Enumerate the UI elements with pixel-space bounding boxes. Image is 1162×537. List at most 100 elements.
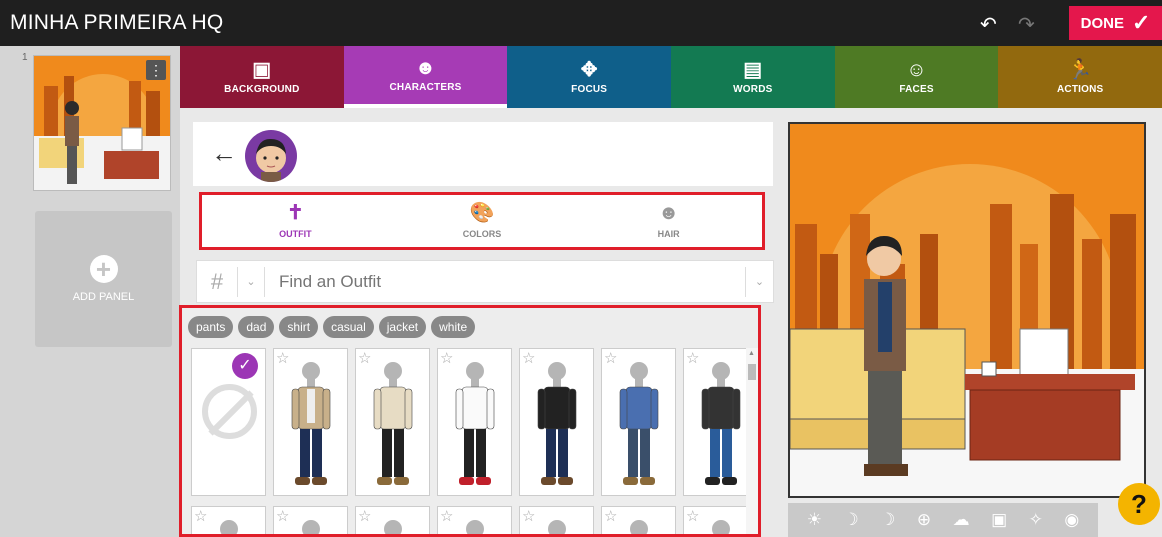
- tag-chip[interactable]: pants: [188, 316, 234, 338]
- scrollbar[interactable]: ▲: [746, 348, 758, 534]
- outfit-tile[interactable]: ☆: [355, 348, 430, 496]
- star-icon[interactable]: ☆: [194, 507, 207, 525]
- panel-preview[interactable]: [788, 122, 1146, 498]
- panel-number: 1: [22, 52, 28, 63]
- star-icon[interactable]: ☆: [522, 507, 535, 525]
- outfit-tiles: ✓ ☆ ☆ ☆ ☆ ☆ ☆ ☆ ☆ ☆ ☆ ☆ ☆ ☆: [191, 348, 758, 534]
- cloud-icon[interactable]: ☁: [953, 510, 970, 530]
- star-icon[interactable]: ☆: [604, 507, 617, 525]
- star-icon[interactable]: ☆: [276, 349, 289, 367]
- tag-chip[interactable]: shirt: [279, 316, 319, 338]
- subtab-colors[interactable]: 🎨 COLORS: [389, 195, 576, 247]
- tab-characters[interactable]: ☻ CHARACTERS: [343, 46, 508, 108]
- panel-preview-scene: [790, 124, 1144, 496]
- tool-tabs: ▣ BACKGROUND ☻ CHARACTERS ✥ FOCUS ▤ WORD…: [180, 46, 1162, 108]
- star-icon[interactable]: ☆: [440, 507, 453, 525]
- character-editor: ← ✝ OUTFIT 🎨 COLORS ☻ HAIR # ⌄ ⌄: [179, 122, 774, 537]
- scroll-up-icon[interactable]: ▲: [748, 350, 755, 357]
- outfit-mannequin: [537, 362, 577, 485]
- moon-icon[interactable]: ☽: [843, 510, 858, 530]
- tab-label: FACES: [899, 83, 934, 95]
- star-icon[interactable]: ☆: [686, 507, 699, 525]
- outfit-row: ✓ ☆ ☆ ☆ ☆ ☆ ☆: [191, 348, 758, 496]
- subtab-label: COLORS: [462, 229, 502, 239]
- star-icon[interactable]: ☆: [604, 349, 617, 367]
- tag-chip[interactable]: casual: [323, 316, 374, 338]
- palette-icon: 🎨: [469, 202, 495, 224]
- subtab-hair[interactable]: ☻ HAIR: [575, 195, 762, 247]
- star-icon[interactable]: ☆: [686, 349, 699, 367]
- character-avatar-art: [256, 138, 286, 182]
- tab-label: BACKGROUND: [224, 83, 300, 95]
- tag-chip[interactable]: dad: [238, 316, 275, 338]
- character-header: ←: [193, 122, 773, 186]
- done-label: DONE: [1080, 14, 1124, 32]
- character-face-icon: ☻: [414, 56, 437, 79]
- crescent-icon[interactable]: ☽: [880, 510, 895, 530]
- brightness-icon[interactable]: ☀: [807, 510, 822, 530]
- character-subtabs: ✝ OUTFIT 🎨 COLORS ☻ HAIR: [199, 192, 765, 250]
- chevron-down-icon[interactable]: ⌄: [237, 266, 265, 297]
- undo-icon[interactable]: ↶: [980, 12, 997, 37]
- subtab-label: OUTFIT: [279, 229, 312, 239]
- star-icon[interactable]: ☆: [358, 349, 371, 367]
- outfit-tile[interactable]: ☆: [437, 348, 512, 496]
- tab-label: FOCUS: [571, 83, 608, 95]
- star-icon[interactable]: ☆: [276, 507, 289, 525]
- star-icon[interactable]: ☆: [522, 349, 535, 367]
- add-panel-label: ADD PANEL: [72, 291, 135, 303]
- plus-icon: +: [89, 255, 118, 283]
- speech-bubble-icon: ▤: [743, 58, 763, 81]
- preview-toolbar: ☀ ☽ ☽ ⊕ ☁ ▣ ✧ ◉: [788, 503, 1098, 537]
- outfit-tile[interactable]: ☆: [273, 506, 348, 534]
- redo-icon[interactable]: ↷: [1018, 12, 1035, 37]
- tag-chip[interactable]: white: [431, 316, 476, 338]
- tab-actions[interactable]: 🏃 ACTIONS: [998, 46, 1162, 108]
- outfit-tile[interactable]: ☆: [519, 506, 594, 534]
- chevron-down-icon[interactable]: ⌄: [745, 266, 773, 297]
- tab-focus[interactable]: ✥ FOCUS: [507, 46, 672, 108]
- scrollbar-thumb[interactable]: [748, 364, 756, 380]
- tab-words[interactable]: ▤ WORDS: [671, 46, 835, 108]
- add-panel-button[interactable]: + ADD PANEL: [35, 211, 172, 347]
- sparkle-icon[interactable]: ✧: [1029, 510, 1043, 530]
- avatar[interactable]: [245, 130, 297, 182]
- hash-filter-icon[interactable]: #: [197, 269, 237, 295]
- search-input[interactable]: [265, 271, 745, 292]
- done-button[interactable]: DONE ✓: [1069, 6, 1162, 40]
- back-arrow-icon[interactable]: ←: [211, 138, 237, 169]
- focus-arrows-icon: ✥: [580, 58, 598, 81]
- outfit-tile[interactable]: ☆: [273, 348, 348, 496]
- star-icon[interactable]: ☆: [358, 507, 371, 525]
- outfit-grid: pants dad shirt casual jacket white ✓ ☆ ☆…: [179, 305, 761, 537]
- outfit-tile[interactable]: ☆: [519, 348, 594, 496]
- image-icon: ▣: [252, 58, 272, 81]
- camera-icon[interactable]: ◉: [1064, 510, 1079, 530]
- tab-label: WORDS: [733, 83, 773, 95]
- panel-thumbnail[interactable]: ⋮: [33, 55, 171, 191]
- outfit-mannequin: [455, 362, 495, 485]
- tag-chip[interactable]: jacket: [378, 316, 427, 338]
- outfit-tile[interactable]: ☆: [601, 506, 676, 534]
- tag-list: pants dad shirt casual jacket white: [188, 316, 476, 338]
- outfit-tile[interactable]: ☆: [191, 506, 266, 534]
- comic-title[interactable]: MINHA PRIMEIRA HQ: [10, 11, 223, 35]
- tab-background[interactable]: ▣ BACKGROUND: [180, 46, 344, 108]
- add-frame-icon[interactable]: ⊕: [917, 510, 931, 530]
- subtab-outfit[interactable]: ✝ OUTFIT: [202, 195, 389, 247]
- outfit-tile[interactable]: ☆: [601, 348, 676, 496]
- panel-menu-icon[interactable]: ⋮: [146, 60, 166, 80]
- outfit-tile[interactable]: ☆: [355, 506, 430, 534]
- image-icon[interactable]: ▣: [991, 510, 1007, 530]
- help-button[interactable]: ?: [1118, 483, 1160, 525]
- top-bar: MINHA PRIMEIRA HQ ↶ ↷ DONE ✓: [0, 0, 1162, 46]
- outfit-tile-none[interactable]: ✓: [191, 348, 266, 496]
- check-icon: ✓: [232, 353, 258, 379]
- outfit-tile[interactable]: ☆: [437, 506, 512, 534]
- running-person-icon: 🏃: [1067, 58, 1093, 81]
- outfit-mannequin: [291, 362, 331, 485]
- outfit-row: ☆ ☆ ☆ ☆ ☆ ☆ ☆: [191, 506, 758, 534]
- outfit-search-bar: # ⌄ ⌄: [196, 260, 774, 303]
- tab-faces[interactable]: ☺ FACES: [834, 46, 999, 108]
- star-icon[interactable]: ☆: [440, 349, 453, 367]
